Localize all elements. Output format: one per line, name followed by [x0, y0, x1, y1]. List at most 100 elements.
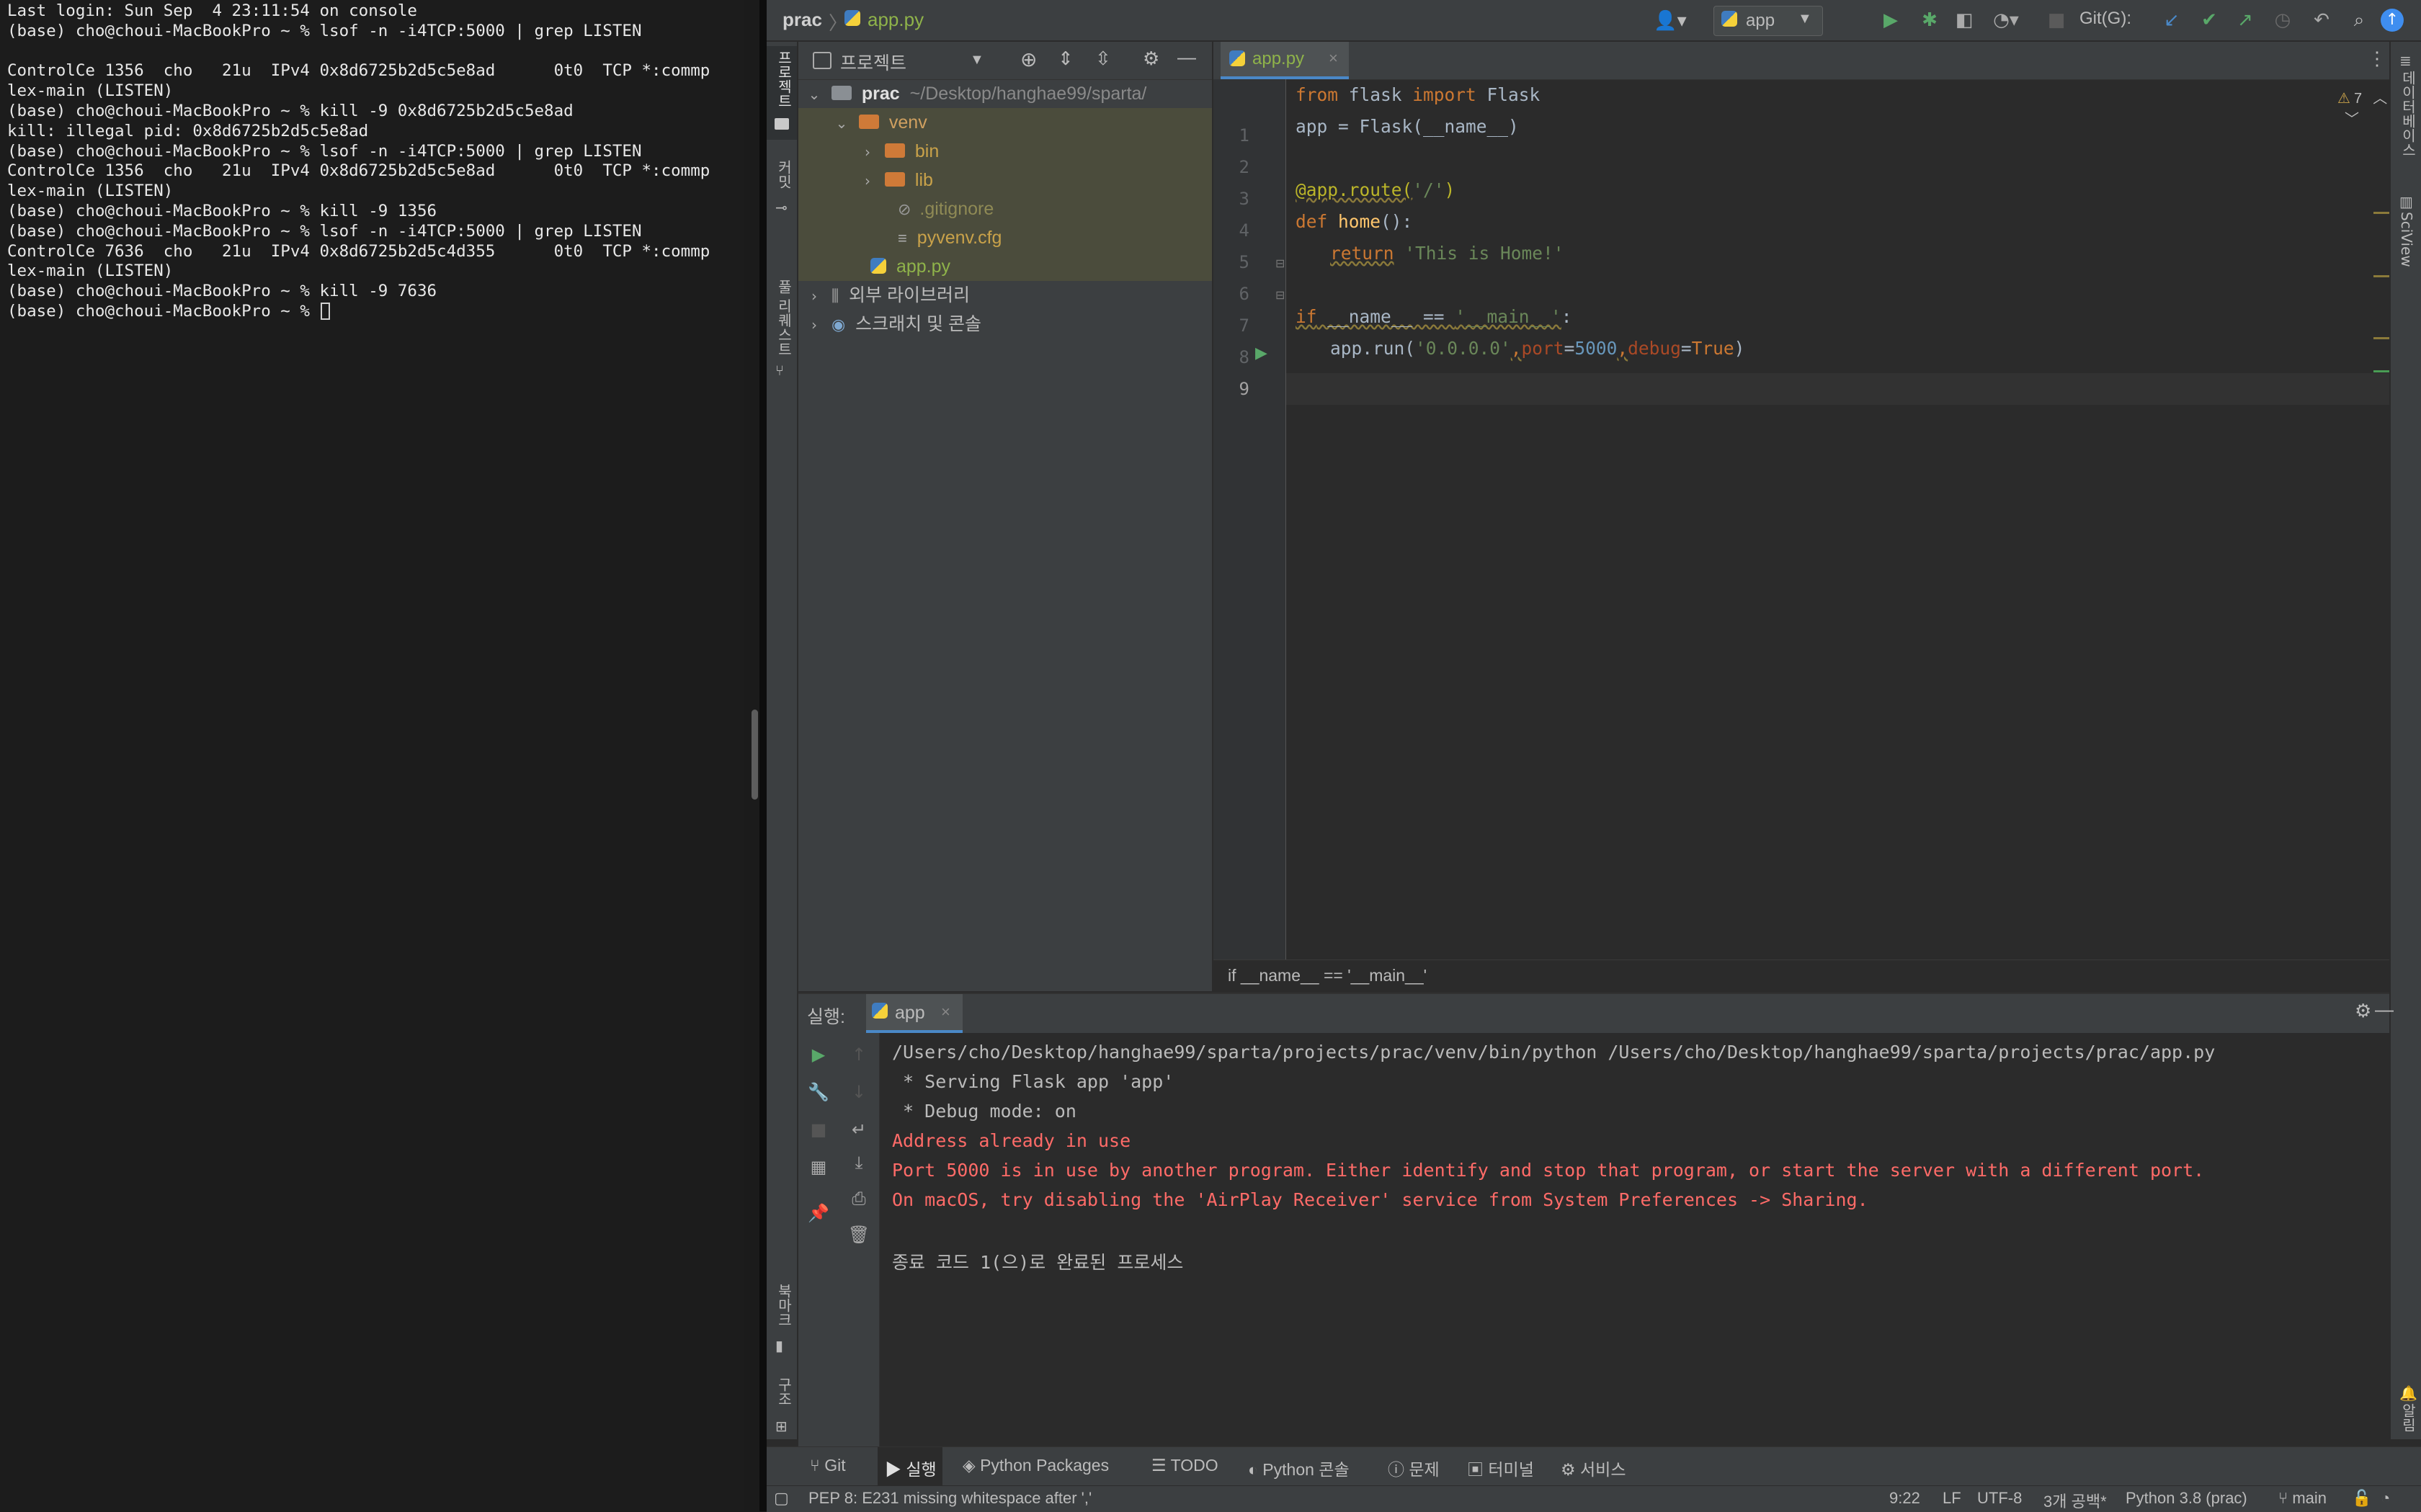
editor-tab-app-py[interactable]: app.py ×	[1221, 42, 1349, 79]
coverage-icon[interactable]: ◧	[1950, 6, 1979, 35]
terminal-scrollbar[interactable]	[752, 710, 758, 800]
debug-icon[interactable]: ✱	[1915, 6, 1944, 35]
git-commit-icon[interactable]: ✔	[2195, 6, 2224, 35]
status-branch[interactable]: ⑂ main	[2278, 1489, 2327, 1508]
code-token: @app.route(	[1296, 179, 1413, 200]
more-options-icon[interactable]: ⋮	[2368, 48, 2386, 70]
terminal-line: ControlCe 1356 cho 21u IPv4 0x8d6725b2d5…	[7, 61, 710, 81]
tool-tab-python-packages[interactable]: ◈ Python Packages	[963, 1456, 1109, 1475]
project-panel-title[interactable]: 프로젝트	[840, 49, 906, 75]
terminal-output: Last login: Sun Sep 4 23:11:54 on consol…	[7, 1, 735, 322]
run-tab-app[interactable]: app ×	[866, 994, 963, 1033]
tree-item-venv[interactable]: ⌄ venv	[834, 108, 927, 137]
tool-tab-python-console[interactable]: ◐ Python 콘솔	[1248, 1456, 1350, 1480]
code-token: )	[1444, 179, 1455, 200]
gear-icon[interactable]: ⚙	[2355, 1000, 2371, 1022]
code-breadcrumb[interactable]: if __name__ == '__main__'	[1228, 966, 1427, 985]
locate-file-icon[interactable]: ⊕	[1020, 48, 1037, 71]
warning-count: 7	[2354, 91, 2363, 107]
tree-item-root[interactable]: ⌄ prac ~/Desktop/hanghae99/sparta/	[807, 79, 1212, 108]
fold-icon[interactable]: ⊟	[1275, 256, 1285, 270]
commit-tool-tab[interactable]: 커밋 ⊸	[767, 156, 797, 249]
tool-tab-todo[interactable]: ☰ TODO	[1151, 1456, 1218, 1475]
run-config-selector[interactable]: app ▼	[1713, 6, 1823, 36]
layout-icon[interactable]: ▦	[808, 1157, 829, 1177]
status-line-separator[interactable]: LF	[1943, 1489, 1961, 1508]
lock-icon[interactable]: 🔓	[2352, 1489, 2371, 1508]
code-line-1: from flask import Flask	[1296, 79, 1540, 111]
git-history-icon[interactable]: ◷	[2268, 6, 2297, 35]
notifications-tool-tab[interactable]: 알림 🔔	[2391, 1382, 2421, 1439]
trash-icon[interactable]: 🗑	[848, 1225, 870, 1245]
tree-item-external-libs[interactable]: › ⫼ 외부 라이브러리	[807, 281, 970, 310]
breadcrumb-file[interactable]: app.py	[868, 9, 924, 31]
search-icon[interactable]: ⌕	[2345, 6, 2373, 35]
code-editor[interactable]: app.py × ⋮ 1 2 3 4 5 6 7 8 9 ▶ ⊟ ⊟ from …	[1213, 42, 2389, 992]
terminal-line: lex-main (LISTEN)	[7, 81, 174, 101]
terminal-window[interactable]: Last login: Sun Sep 4 23:11:54 on consol…	[0, 0, 744, 1511]
tree-item-lib[interactable]: › lib	[860, 166, 933, 194]
database-tool-tab[interactable]: 데이터베이스 ≣	[2391, 49, 2421, 171]
arrow-up-icon[interactable]: ↑	[849, 1044, 869, 1065]
structure-tool-label: 구조	[775, 1377, 793, 1406]
breadcrumb-project[interactable]: prac	[783, 9, 822, 31]
pull-requests-tool-tab[interactable]: 풀 리퀘스트 ⑂	[767, 236, 797, 380]
minimize-icon[interactable]: —	[2375, 998, 2394, 1021]
tool-tab-run-inner: ▶ 실행	[885, 1456, 937, 1480]
close-icon[interactable]: ×	[941, 1003, 950, 1021]
expand-all-icon[interactable]: ⇕	[1058, 48, 1074, 70]
tree-item-bin[interactable]: › bin	[860, 137, 939, 166]
chevron-down-icon[interactable]: ﹀	[2345, 112, 2359, 128]
toggle-tool-windows-icon[interactable]: ▢	[774, 1489, 789, 1508]
console-line: * Debug mode: on	[892, 1101, 1076, 1122]
git-push-icon[interactable]: ↗	[2231, 6, 2260, 35]
stop-icon[interactable]: ■	[2042, 6, 2071, 35]
bookmarks-tool-tab[interactable]: 북마크 ▮	[767, 1281, 797, 1360]
stop-icon[interactable]: ■	[808, 1119, 829, 1140]
close-icon[interactable]: ×	[1329, 49, 1338, 68]
soft-wrap-icon[interactable]: ↵	[849, 1119, 869, 1140]
arrow-down-icon[interactable]: ↓	[849, 1082, 869, 1102]
code-line-8: if __name__ == '__main__':	[1296, 301, 1572, 333]
tree-item-pyvenv[interactable]: ≡ pyvenv.cfg	[898, 223, 1002, 252]
run-icon[interactable]: ▶	[1876, 6, 1905, 35]
status-encoding[interactable]: UTF-8	[1977, 1489, 2022, 1508]
inspection-widget[interactable]: ⚠ 7 ︿ ﹀	[2337, 86, 2389, 128]
tree-item-app-file[interactable]: app.py	[870, 252, 950, 281]
tool-tab-git[interactable]: ⑂ Git	[810, 1456, 846, 1475]
update-icon[interactable]: ↑	[2378, 6, 2407, 35]
status-interpreter[interactable]: Python 3.8 (prac)	[2126, 1489, 2247, 1508]
project-tool-tab[interactable]: 프로젝트	[767, 46, 797, 140]
collapse-all-icon[interactable]: ⇳	[1095, 48, 1111, 70]
tool-tab-services[interactable]: ⚙ 서비스	[1561, 1456, 1626, 1480]
run-config-label: app	[1746, 11, 1775, 30]
tool-tab-problems[interactable]: ⓘ 문제	[1388, 1456, 1440, 1480]
profile-run-icon[interactable]: ◔▾	[1984, 6, 2028, 35]
scroll-to-end-icon[interactable]: ⤓	[849, 1153, 869, 1173]
git-update-icon[interactable]: ↙	[2157, 6, 2186, 35]
fold-icon[interactable]: ⊟	[1275, 288, 1285, 302]
print-icon[interactable]: ⎙	[849, 1189, 869, 1209]
wrench-icon[interactable]: 🔧	[808, 1082, 829, 1102]
git-rollback-icon[interactable]: ↶	[2307, 6, 2336, 35]
chevron-down-icon[interactable]: ▼	[970, 52, 984, 68]
structure-tool-tab[interactable]: 구조 ⊞	[767, 1374, 797, 1439]
gear-icon[interactable]: ⚙	[1143, 48, 1159, 70]
rerun-icon[interactable]: ▶	[808, 1044, 829, 1065]
minimize-icon[interactable]: —	[1177, 46, 1196, 68]
tree-item-gitignore[interactable]: ⊘ .gitignore	[898, 194, 994, 223]
chevron-up-icon[interactable]: ︿	[2373, 91, 2387, 107]
tree-item-scratches[interactable]: › ◉ 스크래치 및 콘솔	[807, 310, 981, 339]
console-error-line: Port 5000 is in use by another program. …	[892, 1160, 2205, 1181]
status-message[interactable]: PEP 8: E231 missing whitespace after ','	[808, 1489, 1092, 1508]
tool-tab-terminal[interactable]: ▣ 터미널	[1467, 1456, 1534, 1480]
user-profile-icon[interactable]: 👤▾	[1649, 6, 1692, 35]
tool-tab-run[interactable]: ▶ 실행	[878, 1447, 942, 1486]
memory-indicator-icon[interactable]: ◔	[2381, 1489, 2390, 1508]
pin-icon[interactable]: 📌	[808, 1203, 829, 1223]
run-gutter-icon[interactable]: ▶	[1255, 344, 1267, 362]
terminal-line: (base) cho@choui-MacBookPro ~ % kill -9 …	[7, 282, 437, 301]
status-indent[interactable]: 3개 공백*	[2043, 1489, 2107, 1512]
sciview-tool-tab[interactable]: SciView ▥	[2391, 190, 2421, 291]
status-cursor-position[interactable]: 9:22	[1889, 1489, 1920, 1508]
